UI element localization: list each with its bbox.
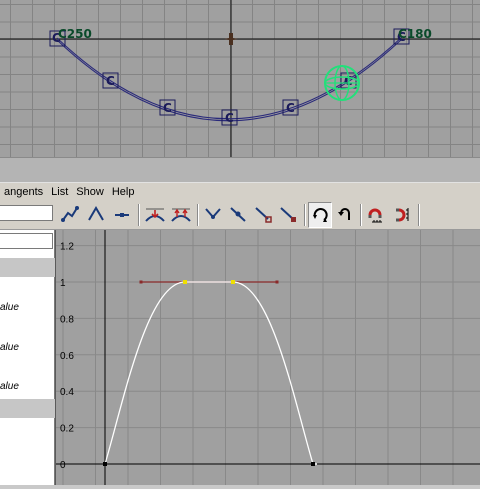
panel-divider[interactable] (0, 157, 480, 183)
graph-editor-menubar: angents List Show Help (0, 183, 480, 201)
tangent-end-point (275, 280, 279, 284)
toolbar-separator (197, 204, 199, 226)
perspective-viewport[interactable]: C C C C C C C C250 C180 (0, 0, 480, 157)
rotate-manipulator-icon[interactable] (324, 65, 360, 101)
clamped-tangents-icon[interactable] (169, 202, 193, 228)
toolbar-separator (360, 204, 362, 226)
y-tick-label: 0.8 (60, 314, 74, 325)
keyframe-point[interactable] (231, 280, 235, 284)
pivot-icon (224, 33, 238, 45)
y-tick-label: 0.4 (60, 387, 74, 398)
curve-infinity-icon[interactable] (364, 202, 388, 228)
graph-outliner[interactable]: alue alue alue (0, 230, 55, 485)
animation-curve (104, 281, 317, 465)
svg-text:C: C (286, 101, 295, 115)
cv-label-left: C250 (58, 27, 92, 41)
break-tangents-icon[interactable] (201, 202, 225, 228)
menu-show[interactable]: Show (72, 186, 108, 198)
y-tick-label: 0.2 (60, 424, 74, 435)
svg-text:C: C (163, 101, 172, 115)
lock-tangent-weight-icon[interactable] (276, 202, 300, 228)
outliner-item[interactable]: alue (0, 302, 19, 313)
stepped-tangents-icon[interactable] (143, 202, 167, 228)
flat-tangents-icon[interactable] (110, 202, 134, 228)
outliner-item[interactable]: alue (0, 381, 19, 392)
free-tangent-weight-icon[interactable] (251, 202, 275, 228)
tangent-end-point (139, 280, 143, 284)
outliner-item[interactable]: alue (0, 342, 19, 353)
graph-editor-canvas[interactable]: 0 0.2 0.4 0.6 0.8 1 1.2 (56, 230, 480, 485)
toolbar-separator (304, 204, 306, 226)
outliner-selected-row[interactable] (0, 399, 55, 418)
cv-label-right: C180 (398, 27, 432, 41)
menu-list[interactable]: List (47, 186, 72, 198)
svg-text:C: C (106, 74, 115, 88)
toolbar-separator (138, 204, 140, 226)
keyframe-point[interactable] (103, 462, 107, 466)
svg-text:C: C (225, 111, 234, 125)
curve-infinity-offset-icon[interactable] (391, 202, 415, 228)
graph-chart: 0 0.2 0.4 0.6 0.8 1 1.2 (56, 230, 480, 485)
swap-buffer-curves-icon[interactable] (333, 202, 357, 228)
cv-marker[interactable]: C (221, 109, 238, 126)
y-tick-label: 0 (60, 460, 66, 471)
keyframe-point[interactable] (183, 280, 187, 284)
menu-help[interactable]: Help (108, 186, 139, 198)
y-tick-label: 1.2 (60, 242, 74, 253)
toolbar-separator (418, 204, 420, 226)
y-tick-label: 0.6 (60, 351, 74, 362)
menu-tangents[interactable]: angents (0, 186, 47, 198)
linear-tangents-icon[interactable] (84, 202, 108, 228)
viewport-canvas: C C C C C C C C250 C180 (0, 0, 480, 157)
unify-tangents-icon[interactable] (226, 202, 250, 228)
outliner-selected-row[interactable] (0, 258, 55, 277)
outliner-filter-field[interactable] (0, 233, 53, 249)
keyframe-point[interactable] (311, 462, 315, 466)
outliner-search-field[interactable] (0, 205, 53, 221)
buffer-curve-snapshot-icon[interactable] (308, 202, 332, 228)
cv-marker[interactable]: C (282, 99, 299, 116)
spline-tangents-icon[interactable] (58, 202, 82, 228)
y-tick-label: 1 (60, 278, 66, 289)
